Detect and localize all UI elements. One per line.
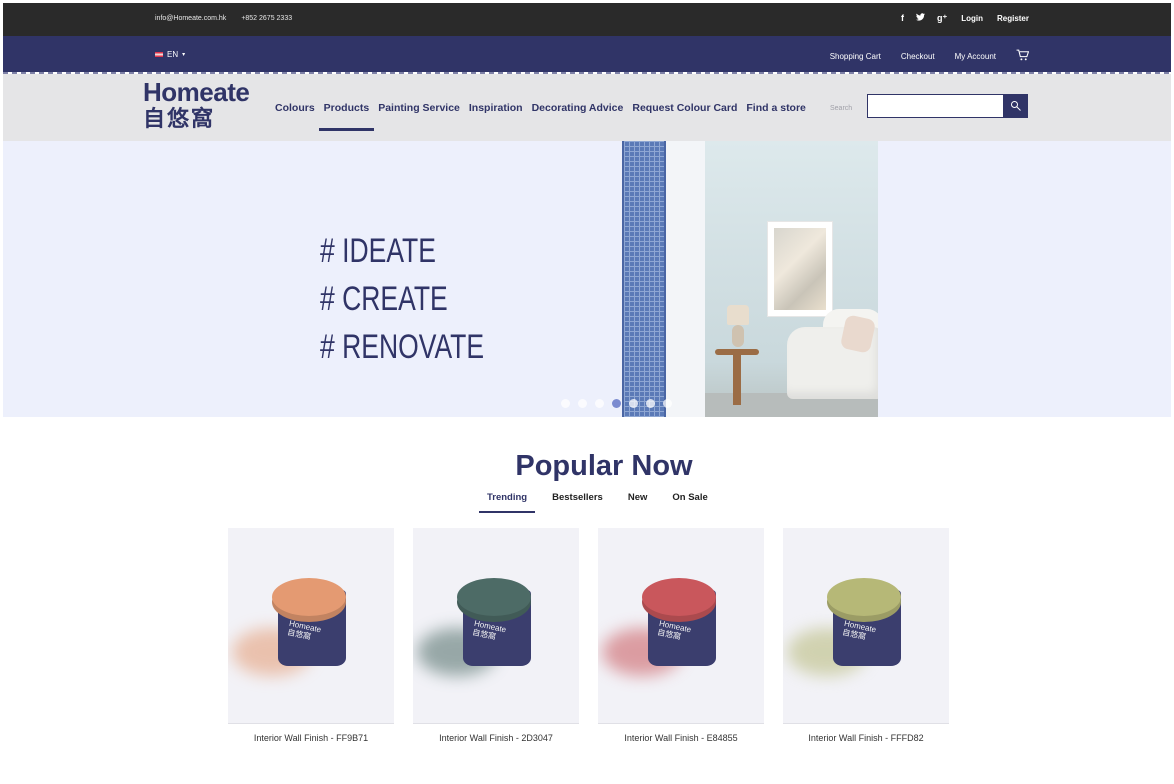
product-image[interactable]: Homeate 自悠窩: [598, 528, 764, 724]
menu-item-request-colour-card[interactable]: Request Colour Card: [632, 102, 737, 114]
checkout-link[interactable]: Checkout: [901, 52, 935, 61]
product-name[interactable]: Interior Wall Finish - E84855: [598, 733, 764, 743]
shopping-cart-link[interactable]: Shopping Cart: [830, 52, 881, 61]
product-card[interactable]: Homeate 自悠窩 Interior Wall Finish - FFFD82: [783, 528, 949, 743]
slider-dot[interactable]: [578, 399, 587, 408]
menu-item-decorating-advice[interactable]: Decorating Advice: [532, 102, 624, 114]
main-header: Homeate 自悠窩 Colours Products Painting Se…: [3, 74, 1171, 141]
product-card[interactable]: Homeate 自悠窩 Interior Wall Finish - E84855: [598, 528, 764, 743]
product-image[interactable]: Homeate 自悠窩: [413, 528, 579, 724]
hero-wall-strip: [666, 141, 705, 417]
paint-lid: [457, 578, 531, 616]
wall-art: [767, 221, 833, 317]
login-link[interactable]: Login: [961, 14, 983, 23]
account-bar: EN ▾ Shopping Cart Checkout My Account: [3, 36, 1171, 72]
product-name[interactable]: Interior Wall Finish - FFFD82: [783, 733, 949, 743]
slider-dot[interactable]: [561, 399, 570, 408]
caret-down-icon: ▾: [182, 52, 186, 58]
logo-text-en: Homeate: [143, 77, 250, 107]
language-label: EN: [167, 50, 179, 59]
main-menu: Colours Products Painting Service Inspir…: [275, 102, 806, 131]
search-input[interactable]: [867, 94, 1004, 118]
my-account-link[interactable]: My Account: [955, 52, 996, 61]
tab-new[interactable]: New: [620, 490, 656, 513]
hero-line: # CREATE: [320, 280, 448, 318]
google-plus-icon[interactable]: g⁺: [937, 13, 947, 24]
product-card[interactable]: Homeate 自悠窩 Interior Wall Finish - FF9B71: [228, 528, 394, 743]
contact-email[interactable]: info@Homeate.com.hk: [155, 15, 226, 22]
logo-text-zh: 自悠窩: [143, 106, 216, 131]
menu-item-products[interactable]: Products: [318, 102, 374, 131]
slider-dot[interactable]: [595, 399, 604, 408]
search-button[interactable]: [1004, 94, 1028, 118]
slider-dot[interactable]: [663, 399, 672, 408]
facebook-icon[interactable]: f: [901, 13, 904, 24]
menu-item-colours[interactable]: Colours: [275, 102, 315, 114]
slider-dots: [561, 399, 672, 408]
product-card[interactable]: Homeate 自悠窩 Interior Wall Finish - 2D3047: [413, 528, 579, 743]
hero-banner: # IDEATE # CREATE # RENOVATE: [3, 141, 1171, 417]
tab-bestsellers[interactable]: Bestsellers: [544, 490, 611, 513]
popular-now-title: Popular Now: [515, 450, 693, 482]
search-icon: [1011, 101, 1021, 111]
popular-tabs: Trending Bestsellers New On Sale: [479, 490, 725, 513]
social-links: f g⁺: [901, 13, 947, 24]
hero-line: # RENOVATE: [320, 328, 485, 366]
menu-item-painting-service[interactable]: Painting Service: [378, 102, 460, 114]
product-image[interactable]: Homeate 自悠窩: [783, 528, 949, 724]
lamp: [727, 305, 749, 325]
contact-info: info@Homeate.com.hk +852 2675 2333: [155, 15, 292, 22]
product-name[interactable]: Interior Wall Finish - FF9B71: [228, 733, 394, 743]
product-grid: Homeate 自悠窩 Interior Wall Finish - FF9B71 H…: [228, 528, 949, 743]
cart-icon[interactable]: [1016, 49, 1030, 63]
hero-tile-image: [622, 141, 666, 417]
language-selector[interactable]: EN ▾: [155, 50, 185, 59]
hero-line: # IDEATE: [320, 232, 436, 270]
top-bar-right: f g⁺ Login Register: [901, 13, 1029, 24]
tab-on-sale[interactable]: On Sale: [664, 490, 715, 513]
paint-lid: [642, 578, 716, 616]
contact-phone[interactable]: +852 2675 2333: [241, 15, 292, 22]
product-image[interactable]: Homeate 自悠窩: [228, 528, 394, 724]
slider-dot[interactable]: [629, 399, 638, 408]
logo[interactable]: Homeate 自悠窩: [143, 77, 250, 132]
search-label: Search: [830, 105, 853, 112]
hero-hashtags: # IDEATE # CREATE # RENOVATE: [320, 227, 484, 371]
paint-lid: [827, 578, 901, 616]
paint-lid: [272, 578, 346, 616]
twitter-icon[interactable]: [915, 13, 925, 24]
product-name[interactable]: Interior Wall Finish - 2D3047: [413, 733, 579, 743]
flag-icon: [155, 52, 163, 57]
hero-room-image: [705, 141, 878, 417]
register-link[interactable]: Register: [997, 14, 1029, 23]
top-bar: info@Homeate.com.hk +852 2675 2333 f g⁺ …: [3, 3, 1171, 36]
menu-item-inspiration[interactable]: Inspiration: [469, 102, 523, 114]
account-links: Shopping Cart Checkout My Account: [830, 49, 1030, 63]
tab-trending[interactable]: Trending: [479, 490, 536, 513]
menu-item-find-a-store[interactable]: Find a store: [746, 102, 806, 114]
slider-dot[interactable]: [612, 399, 621, 408]
slider-dot[interactable]: [646, 399, 655, 408]
